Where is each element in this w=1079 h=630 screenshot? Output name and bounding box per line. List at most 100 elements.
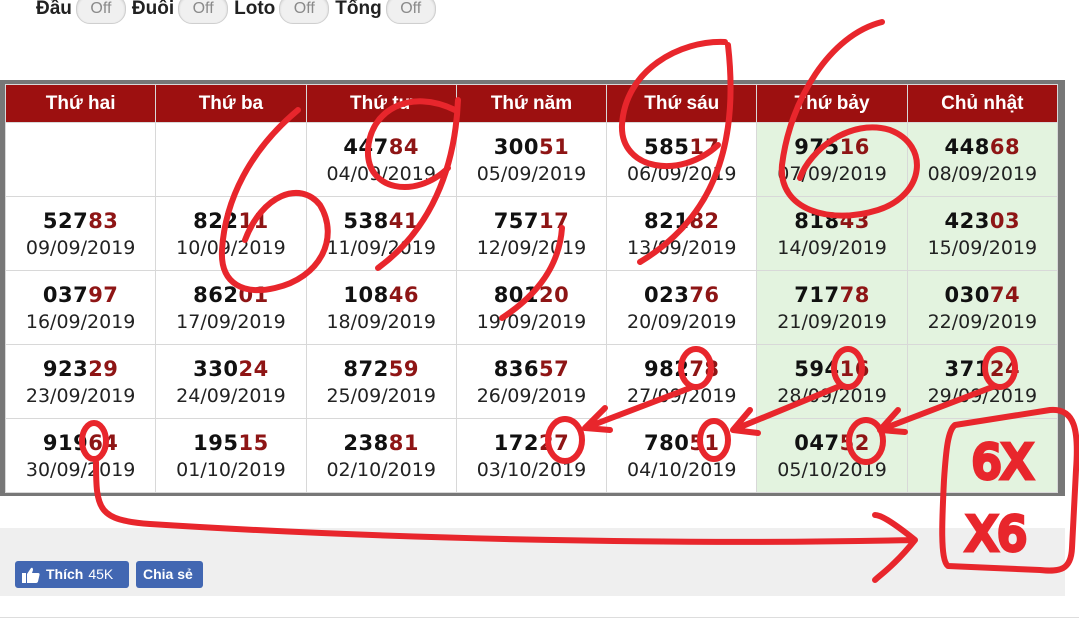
filter-bar: Đầu Off Đuôi Off Loto Off Tổng Off <box>36 0 442 24</box>
header-wednesday: Thứ tư <box>305 84 457 123</box>
filter-label: Tổng <box>335 0 382 19</box>
result-date: 02/10/2019 <box>326 458 436 481</box>
result-date: 01/10/2019 <box>176 458 286 481</box>
number-head: 172 <box>493 430 540 455</box>
like-button[interactable]: Thích 45K <box>15 561 129 588</box>
number-tail: 51 <box>539 134 570 159</box>
thumbs-up-icon <box>22 567 40 583</box>
result-cell: 42303 15/09/2019 <box>906 196 1059 271</box>
result-number: 19515 <box>156 431 305 455</box>
result-cell: 82211 10/09/2019 <box>155 196 307 271</box>
result-cell <box>906 418 1059 493</box>
result-cell <box>155 122 307 197</box>
result-cell: 33024 24/09/2019 <box>155 344 307 419</box>
results-table-frame: Thứ hai Thứ ba Thứ tư Thứ năm Thứ sáu Th… <box>0 80 1065 496</box>
number-head: 238 <box>343 430 389 455</box>
number-tail: 64 <box>88 430 119 455</box>
number-head: 037 <box>42 282 89 307</box>
result-cell: 52783 09/09/2019 <box>4 196 157 271</box>
week-row: 44784 04/09/2019 30051 05/09/2019 58517 06/09… <box>4 122 1059 197</box>
result-cell: 97516 07/09/2019 <box>756 122 908 197</box>
result-cell: 58517 06/09/2019 <box>606 122 758 197</box>
result-number: 81843 <box>757 209 906 233</box>
duoi-toggle[interactable]: Off <box>178 0 229 24</box>
number-tail: 01 <box>238 282 269 307</box>
number-tail: 15 <box>238 430 269 455</box>
number-tail: 59 <box>388 356 419 381</box>
number-head: 923 <box>42 356 89 381</box>
divider <box>0 617 1079 618</box>
result-date: 05/09/2019 <box>476 162 587 185</box>
number-tail: 16 <box>839 134 870 159</box>
filter-tong: Tổng Off <box>335 0 436 24</box>
number-tail: 52 <box>839 430 870 455</box>
result-date: 09/09/2019 <box>25 236 136 259</box>
number-head: 447 <box>343 134 389 159</box>
result-date: 03/10/2019 <box>476 458 587 481</box>
result-cell: 44784 04/09/2019 <box>305 122 457 197</box>
result-number: 80120 <box>457 283 606 307</box>
number-tail: 78 <box>689 356 720 381</box>
header-tuesday: Thứ ba <box>155 84 307 123</box>
result-cell: 44868 08/09/2019 <box>906 122 1059 197</box>
result-number: 71778 <box>757 283 906 307</box>
result-number: 37124 <box>908 357 1057 381</box>
result-number: 78051 <box>607 431 756 455</box>
result-cell: 03797 16/09/2019 <box>4 270 157 345</box>
tong-toggle[interactable]: Off <box>385 0 436 24</box>
result-date: 15/09/2019 <box>927 236 1038 259</box>
filter-loto: Loto Off <box>234 0 330 24</box>
header-friday: Thứ sáu <box>606 84 758 123</box>
result-cell <box>4 122 157 197</box>
result-number: 82182 <box>607 209 756 233</box>
result-number: 52783 <box>6 209 155 233</box>
number-head: 448 <box>944 134 990 159</box>
result-number: 23881 <box>307 431 456 455</box>
result-date: 13/09/2019 <box>627 236 737 259</box>
loto-toggle[interactable]: Off <box>279 0 330 24</box>
number-tail: 51 <box>689 430 720 455</box>
number-head: 585 <box>643 134 690 159</box>
filter-duoi: Đuôi Off <box>132 0 229 24</box>
number-tail: 46 <box>388 282 419 307</box>
number-tail: 43 <box>839 208 870 233</box>
result-number: 97516 <box>757 135 906 159</box>
header-saturday: Thứ bảy <box>756 84 908 123</box>
share-button[interactable]: Chia sẻ <box>136 561 203 588</box>
result-number: 59416 <box>757 357 906 381</box>
result-date: 08/09/2019 <box>927 162 1038 185</box>
result-cell: 02376 20/09/2019 <box>606 270 758 345</box>
number-head: 836 <box>493 356 540 381</box>
result-date: 19/09/2019 <box>476 310 587 333</box>
number-tail: 16 <box>839 356 870 381</box>
week-row: 52783 09/09/2019 82211 10/09/2019 53841 11/09… <box>4 196 1059 271</box>
number-head: 195 <box>193 430 239 455</box>
result-number: 42303 <box>908 209 1057 233</box>
result-cell: 10846 18/09/2019 <box>305 270 457 345</box>
result-cell: 59416 28/09/2019 <box>756 344 908 419</box>
result-cell: 37124 29/09/2019 <box>906 344 1059 419</box>
result-date: 12/09/2019 <box>476 236 587 259</box>
number-head: 975 <box>794 134 840 159</box>
result-number: 53841 <box>307 209 456 233</box>
number-head: 872 <box>343 356 389 381</box>
number-tail: 29 <box>88 356 119 381</box>
result-date: 23/09/2019 <box>25 384 136 407</box>
result-cell: 17227 03/10/2019 <box>455 418 608 493</box>
number-head: 527 <box>42 208 89 233</box>
number-head: 801 <box>493 282 540 307</box>
result-number: 02376 <box>607 283 756 307</box>
result-date: 27/09/2019 <box>627 384 737 407</box>
result-date: 11/09/2019 <box>326 236 436 259</box>
result-date: 07/09/2019 <box>777 162 887 185</box>
result-date: 05/10/2019 <box>777 458 887 481</box>
result-cell: 23881 02/10/2019 <box>305 418 457 493</box>
number-tail: 81 <box>388 430 419 455</box>
dau-toggle[interactable]: Off <box>75 0 126 24</box>
result-cell: 04752 05/10/2019 <box>756 418 908 493</box>
result-number: 33024 <box>156 357 305 381</box>
results-body: 44784 04/09/2019 30051 05/09/2019 58517 06/09… <box>4 122 1059 493</box>
like-count: 45K <box>88 566 114 582</box>
result-cell: 83657 26/09/2019 <box>455 344 608 419</box>
result-cell: 86201 17/09/2019 <box>155 270 307 345</box>
